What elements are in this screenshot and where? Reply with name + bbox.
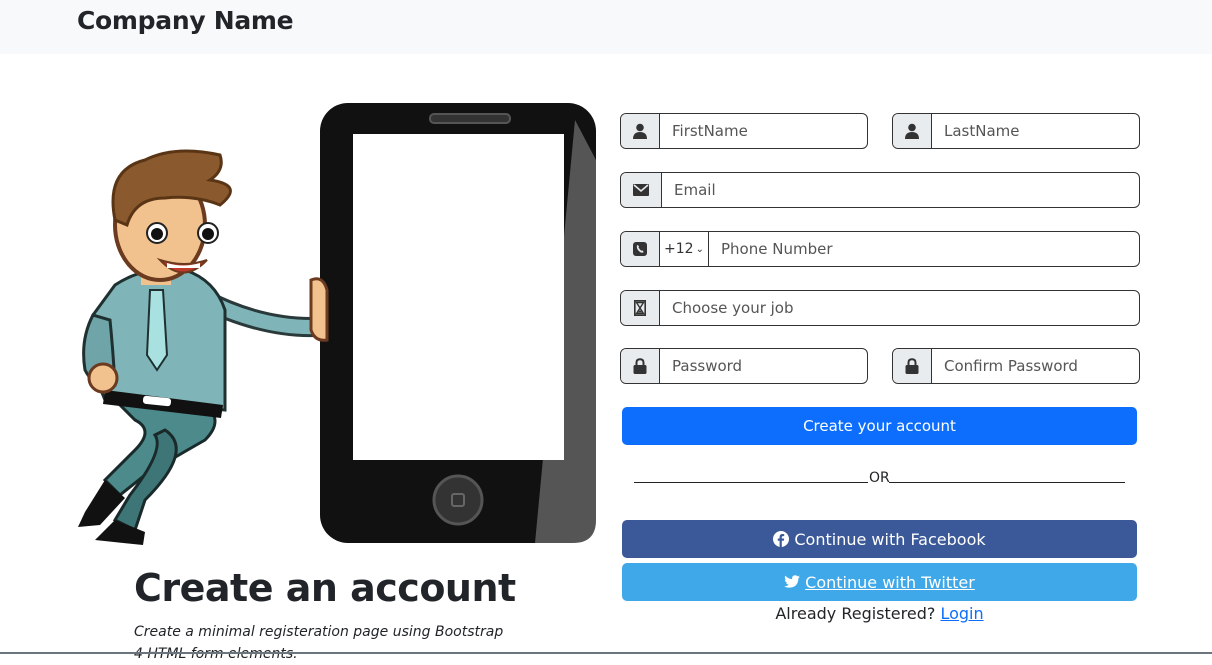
facebook-button-label: Continue with Facebook (794, 529, 986, 549)
navbar: Company Name (0, 0, 1212, 54)
twitter-button[interactable]: Continue with Twitter (622, 563, 1137, 601)
navbar-brand[interactable]: Company Name (77, 6, 294, 35)
first-name-group (620, 113, 868, 149)
country-code-select[interactable]: +12 ⌄ (660, 232, 709, 266)
user-icon (893, 114, 932, 148)
hourglass-icon (621, 291, 660, 325)
phone-icon (621, 232, 660, 266)
already-registered-text: Already Registered? (775, 604, 936, 623)
job-group (620, 290, 1140, 326)
twitter-icon (784, 575, 801, 588)
country-code-value: +12 (664, 241, 694, 257)
envelope-icon (621, 173, 662, 207)
password-group (620, 348, 868, 384)
phone-input[interactable] (709, 232, 1139, 266)
password-input[interactable] (660, 349, 867, 383)
chevron-down-icon: ⌄ (695, 243, 704, 255)
divider-right (889, 482, 1125, 483)
phone-illustration (320, 103, 596, 543)
facebook-button[interactable]: Continue with Facebook (622, 520, 1137, 558)
page-subtext: Create a minimal registeration page usin… (134, 624, 504, 662)
cartoon-man (78, 149, 329, 545)
confirm-password-input[interactable] (932, 349, 1139, 383)
illustration-man-with-phone (78, 103, 596, 545)
already-registered: Already Registered? Login (622, 604, 1137, 623)
last-name-group (892, 113, 1140, 149)
create-account-button[interactable]: Create your account (622, 407, 1137, 445)
email-input[interactable] (662, 173, 1139, 207)
facebook-icon (773, 531, 790, 547)
login-link[interactable]: Login (940, 604, 983, 623)
lock-icon (621, 349, 660, 383)
last-name-input[interactable] (932, 114, 1139, 148)
user-icon (621, 114, 660, 148)
lock-icon (893, 349, 932, 383)
email-group (620, 172, 1140, 208)
page-heading: Create an account (134, 566, 516, 610)
job-input[interactable] (660, 291, 1139, 325)
or-label: OR (869, 470, 890, 486)
divider-left (634, 482, 868, 483)
confirm-password-group (892, 348, 1140, 384)
phone-group: +12 ⌄ (620, 231, 1140, 267)
twitter-button-label: Continue with Twitter (805, 572, 975, 592)
first-name-input[interactable] (660, 114, 867, 148)
